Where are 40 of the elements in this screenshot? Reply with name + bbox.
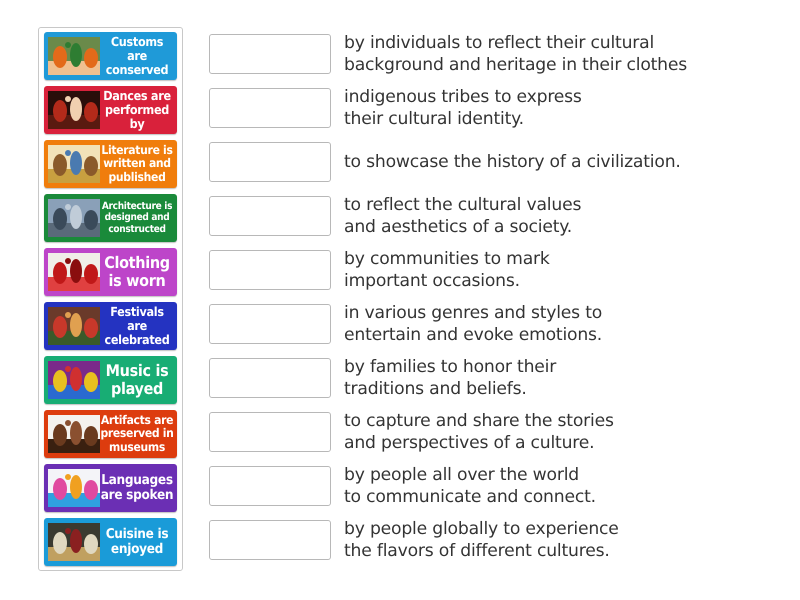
drop-box[interactable] [209,304,331,344]
tile-label: Artifacts are preserved in museums [100,414,174,454]
answer-tile[interactable]: Clothing is worn [44,248,177,296]
answer-text: to capture and share the stories and perspectives of a culture. [344,410,614,454]
tile-label: Dances are performed by [102,89,172,131]
drop-box[interactable] [209,520,331,560]
answer-tile[interactable]: Languages are spoken [44,464,177,512]
tile-label: Music is played [104,362,170,398]
answer-text: to reflect the cultural values and aesthetics of a society. [344,194,582,238]
drop-box[interactable] [209,34,331,74]
answer-tile[interactable]: Music is played [44,356,177,404]
answer-text: to showcase the history of a civilization. [344,151,681,173]
answer-text: by individuals to reflect their cultural background and heritage in their clothes [344,32,687,76]
drop-box[interactable] [209,358,331,398]
answer-text: indigenous tribes to express their cultural identity. [344,86,582,130]
tile-label: Clothing is worn [103,254,171,290]
tile-label: Architecture is designed and constructed [100,201,174,235]
answer-text: by families to honor their traditions and beliefs. [344,356,556,400]
answer-tile[interactable]: Cuisine is enjoyed [44,518,177,566]
drop-box[interactable] [209,250,331,290]
drop-box[interactable] [209,88,331,128]
answer-text: in various genres and styles to entertain and evoke emotions. [344,302,602,346]
answer-tile[interactable]: Artifacts are preserved in museums [44,410,177,458]
answer-tile[interactable]: Architecture is designed and constructed [44,194,177,242]
answer-text: by people all over the world to communicate and connect. [344,464,596,508]
answer-tile[interactable]: Dances are performed by [44,86,177,134]
drop-box[interactable] [209,466,331,506]
answer-tile[interactable]: Festivals are celebrated [44,302,177,350]
answer-tile[interactable]: Literature is written and published [44,140,177,188]
drop-box[interactable] [209,196,331,236]
tile-label: Customs are conserved [104,35,170,77]
answer-text: by people globally to experience the flavors of different cultures. [344,518,619,562]
drop-box[interactable] [209,142,331,182]
answer-text: by communities to mark important occasions. [344,248,550,292]
answer-tile[interactable]: Customs are conserved [44,32,177,80]
tile-label: Cuisine is enjoyed [104,526,170,558]
tile-label: Literature is written and published [100,144,174,184]
tile-label: Festivals are celebrated [103,305,171,347]
drop-box[interactable] [209,412,331,452]
tile-label: Languages are spoken [100,472,174,504]
